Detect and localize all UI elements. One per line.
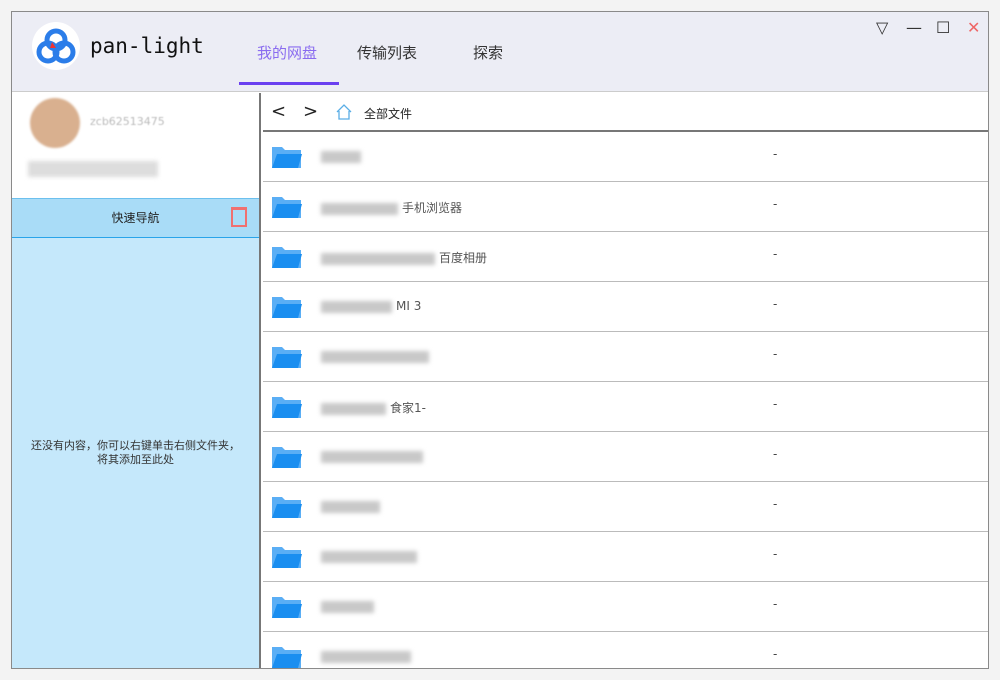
file-name: 手机浏览器 (321, 199, 462, 216)
breadcrumb[interactable]: 全部文件 (364, 105, 412, 122)
header: pan-light 我的网盘 传输列表 探索 ▽ — ☐ ✕ (12, 12, 988, 92)
file-list: - 手机浏览器 - 百度相册 - MI 3 - - 食家1- - - - - -… (263, 132, 988, 668)
tab-explore[interactable]: 探索 (473, 42, 503, 63)
user-panel: zcb62513475 (12, 93, 259, 198)
file-name (321, 499, 384, 513)
nav-bar: < > 全部文件 (263, 93, 988, 132)
folder-icon (272, 447, 302, 468)
file-size: - (773, 197, 778, 211)
menu-icon[interactable]: ▽ (876, 18, 888, 37)
folder-icon (272, 147, 302, 168)
file-row[interactable]: - (263, 632, 988, 668)
file-name: 食家1- (321, 399, 426, 416)
close-button[interactable]: ✕ (967, 18, 980, 37)
app-name: pan-light (90, 34, 204, 58)
file-size: - (773, 297, 778, 311)
file-row[interactable]: - (263, 532, 988, 582)
folder-icon (272, 247, 302, 268)
file-size: - (773, 547, 778, 561)
file-size: - (773, 597, 778, 611)
folder-icon (272, 497, 302, 518)
file-size: - (773, 347, 778, 361)
folder-icon (272, 397, 302, 418)
file-row[interactable]: - (263, 432, 988, 482)
back-button[interactable]: < (271, 101, 286, 122)
folder-icon (272, 197, 302, 218)
avatar[interactable] (30, 98, 80, 148)
file-name (321, 599, 378, 613)
folder-icon (272, 597, 302, 618)
file-size: - (773, 397, 778, 411)
active-tab-indicator (239, 82, 339, 85)
file-size: - (773, 647, 778, 661)
forward-button[interactable]: > (303, 101, 318, 122)
file-row[interactable]: - (263, 482, 988, 532)
trash-icon[interactable] (231, 207, 247, 227)
file-name (321, 349, 433, 363)
username: zcb62513475 (90, 115, 165, 128)
file-row[interactable]: 百度相册 - (263, 232, 988, 282)
file-name (321, 549, 421, 563)
minimize-button[interactable]: — (906, 18, 922, 37)
sidebar: zcb62513475 快速导航 还没有内容，你可以右键单击右侧文件夹， 将其添加… (12, 93, 261, 668)
empty-text: 还没有内容，你可以右键单击右侧文件夹， (31, 439, 240, 452)
file-row[interactable]: 食家1- - (263, 382, 988, 432)
file-name (321, 449, 427, 463)
folder-icon (272, 547, 302, 568)
folder-icon (272, 647, 302, 668)
file-name: 百度相册 (321, 249, 487, 266)
file-size: - (773, 497, 778, 511)
folder-icon (272, 347, 302, 368)
file-row[interactable]: MI 3 - (263, 282, 988, 332)
maximize-button[interactable]: ☐ (936, 18, 950, 37)
file-name: MI 3 (321, 299, 421, 313)
file-panel: < > 全部文件 - 手机浏览器 - 百度相册 - MI 3 - - 食家1- … (263, 93, 988, 668)
tab-transfer-list[interactable]: 传输列表 (357, 42, 417, 63)
quick-nav-empty: 还没有内容，你可以右键单击右侧文件夹， 将其添加至此处 (12, 238, 259, 668)
folder-icon (272, 297, 302, 318)
quick-nav-title: 快速导航 (111, 211, 160, 225)
quick-nav-header: 快速导航 (12, 198, 259, 238)
empty-text: 将其添加至此处 (97, 453, 174, 466)
file-size: - (773, 447, 778, 461)
app-logo (32, 22, 80, 70)
file-row[interactable]: - (263, 332, 988, 382)
file-name (321, 149, 365, 163)
file-name (321, 649, 415, 663)
tab-my-disk[interactable]: 我的网盘 (257, 42, 317, 63)
app-window: pan-light 我的网盘 传输列表 探索 ▽ — ☐ ✕ zcb625134… (11, 11, 989, 669)
file-row[interactable]: - (263, 132, 988, 182)
file-size: - (773, 147, 778, 161)
file-size: - (773, 247, 778, 261)
quota-info (28, 161, 158, 177)
file-row[interactable]: - (263, 582, 988, 632)
file-row[interactable]: 手机浏览器 - (263, 182, 988, 232)
home-icon[interactable] (335, 103, 353, 121)
